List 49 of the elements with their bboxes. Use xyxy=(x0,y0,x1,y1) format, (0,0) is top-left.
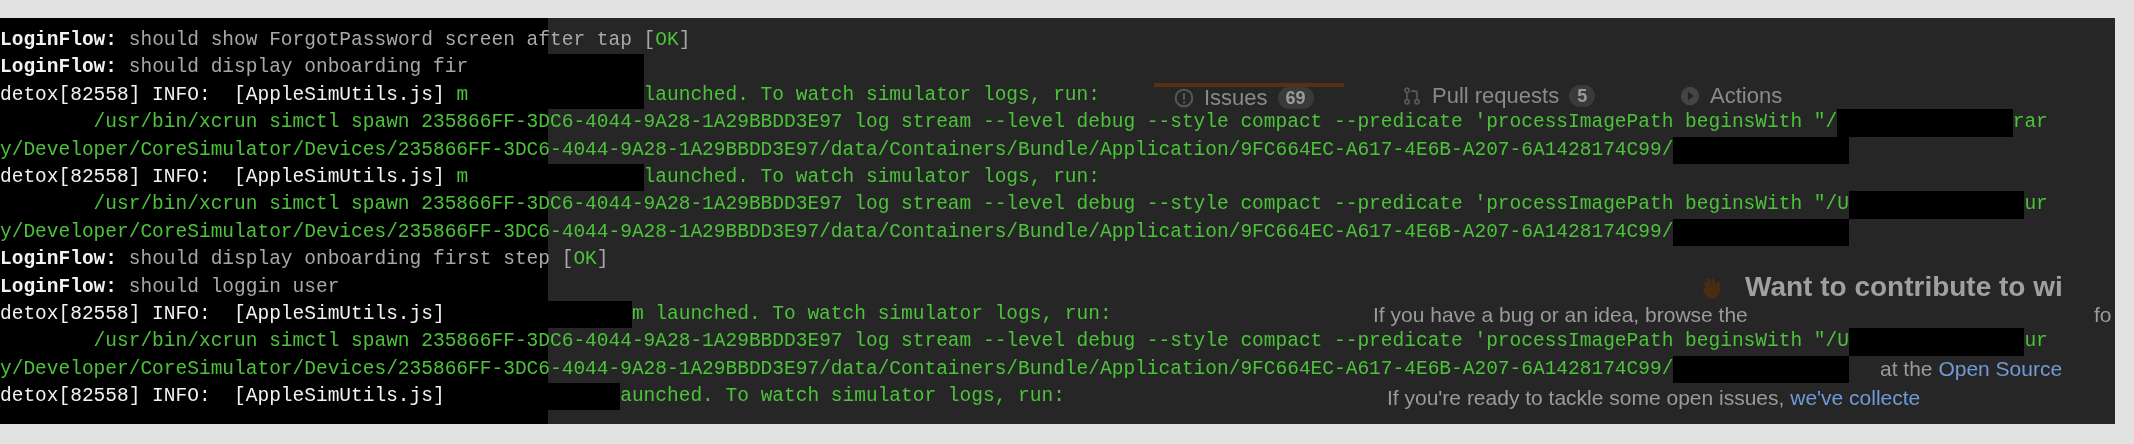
test-suite-label: LoginFlow: xyxy=(0,247,118,273)
test-suite-label: LoginFlow: xyxy=(0,28,118,53)
ok-status: OK xyxy=(573,247,597,273)
count-badge: 69 xyxy=(1277,87,1314,109)
test-suite-label: LoginFlow: xyxy=(0,274,118,300)
collection-link[interactable]: we've collecte xyxy=(1790,386,1921,409)
paragraph-text: fo xyxy=(2094,303,2112,327)
log-message: should display onboarding fir xyxy=(127,55,469,81)
log-text: y/Developer/CoreSimulator/Devices/235866FF-3DC6-4044-9A28-1A29BBDD3E97/data/Containers/Bundle/Application/9FC664EC-A617-4E6B-A207-6A1428174C99/ xyxy=(0,356,1674,382)
log-message: ] xyxy=(596,247,609,273)
log-text: y/Developer/CoreSimulator/Devices/235866FF-3DC6-4044-9A28-1A29BBDD3E97/data/Containers/Bundle/Application/9FC664EC-A617-4E6B-A207-6A1428174C99/ xyxy=(0,219,1674,245)
log-text: launched. To watch simulator logs, run: xyxy=(643,164,1100,190)
log-text: rar xyxy=(2012,110,2048,136)
log-text: /usr/bin/xcrun simctl spawn 235866FF-3DC6-4044-9A28-1A29BBDD3E97 log stream --level debug --style compact --predicate 'processImagePath beginsWith "/U xyxy=(92,192,1849,218)
paragraph-text: If you have a bug or an idea, browse the xyxy=(1373,303,1748,327)
log-message: should loggin user xyxy=(127,274,340,300)
log-text: y/Developer/CoreSimulator/Devices/235866FF-3DC6-4044-9A28-1A29BBDD3E97/data/Containers/Bundle/Application/9FC664EC-A617-4E6B-A207-6A1428174C99/ xyxy=(0,137,1674,163)
page-tab[interactable]: Actions xyxy=(1660,83,1810,109)
ok-status: OK xyxy=(655,28,679,53)
log-text: m xyxy=(456,164,469,190)
test-suite-label: LoginFlow: xyxy=(0,55,118,81)
page-tab[interactable]: Issues 69 xyxy=(1154,83,1344,109)
play-icon xyxy=(1680,86,1700,106)
count-badge: 5 xyxy=(1569,85,1596,107)
log-text: launched. To watch simulator logs, run: xyxy=(643,82,1100,108)
issue-icon xyxy=(1174,88,1194,108)
page-tab[interactable]: Pull requests 5 xyxy=(1382,83,1642,109)
log-text: m launched. To watch simulator logs, run: xyxy=(631,301,1112,327)
log-text: ur xyxy=(2024,192,2048,218)
log-text: ur xyxy=(2024,329,2048,355)
paragraph-text: at the Open Source xyxy=(1880,357,2063,381)
pull-request-icon xyxy=(1402,86,1422,106)
open-source-link[interactable]: Open Source xyxy=(1938,357,2063,380)
log-text: /usr/bin/xcrun simctl spawn 235866FF-3DC6-4044-9A28-1A29BBDD3E97 log stream --level debug --style compact --predicate 'processImagePath beginsWith "/U xyxy=(92,329,1849,355)
section-heading: Want to contribute to wi xyxy=(1745,273,2063,301)
log-message: should show ForgotPassword screen after tap [ xyxy=(127,28,656,53)
log-prefix: detox[82558] INFO: [AppleSimUtils.js] xyxy=(0,301,446,327)
log-prefix: detox[82558] INFO: [AppleSimUtils.js] xyxy=(0,82,446,108)
paragraph-text: If you're ready to tackle some open issues, we've collecte xyxy=(1387,386,1921,410)
log-text: aunched. To watch simulator logs, run: xyxy=(620,384,1065,410)
log-prefix: detox[82558] INFO: [AppleSimUtils.js] xyxy=(0,384,445,410)
log-text: m xyxy=(456,82,469,108)
tab-label: Actions xyxy=(1710,83,1783,109)
log-message: ] xyxy=(678,28,691,53)
log-text: /usr/bin/xcrun simctl spawn 235866FF-3DC6-4044-9A28-1A29BBDD3E97 log stream --level debug --style compact --predicate 'processImagePath beginsWith "/ xyxy=(92,110,1838,136)
tab-label: Pull requests xyxy=(1432,83,1560,109)
tab-label: Issues xyxy=(1204,85,1268,111)
log-message: should display onboarding first step [ xyxy=(127,247,574,273)
log-prefix: detox[82558] INFO: [AppleSimUtils.js] xyxy=(0,164,446,190)
